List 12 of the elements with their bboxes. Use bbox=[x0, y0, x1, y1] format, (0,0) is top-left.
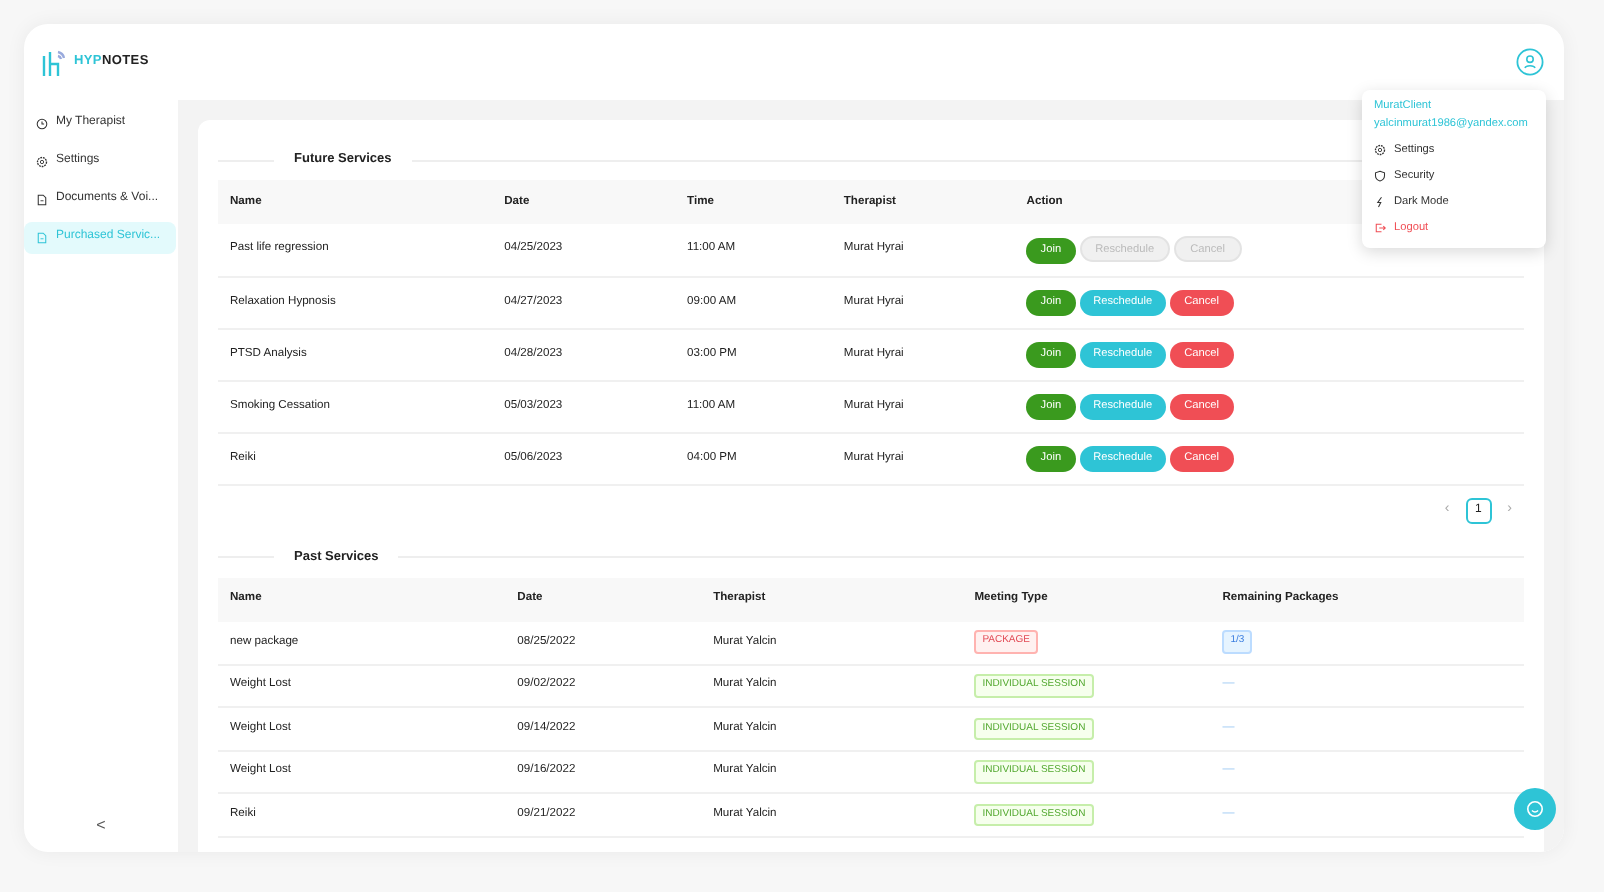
clock-icon bbox=[36, 117, 48, 129]
chat-icon bbox=[1526, 800, 1544, 818]
document-icon bbox=[36, 193, 48, 205]
user-avatar-icon[interactable] bbox=[1516, 48, 1544, 76]
settings-icon bbox=[1374, 144, 1386, 156]
shield-icon bbox=[1374, 170, 1386, 182]
lightning-icon bbox=[1374, 196, 1386, 208]
collapse-button[interactable]: < bbox=[84, 812, 118, 840]
document-icon bbox=[36, 231, 48, 243]
settings-icon bbox=[36, 155, 48, 167]
logo-icon bbox=[40, 47, 68, 77]
logout-icon bbox=[1374, 222, 1386, 234]
